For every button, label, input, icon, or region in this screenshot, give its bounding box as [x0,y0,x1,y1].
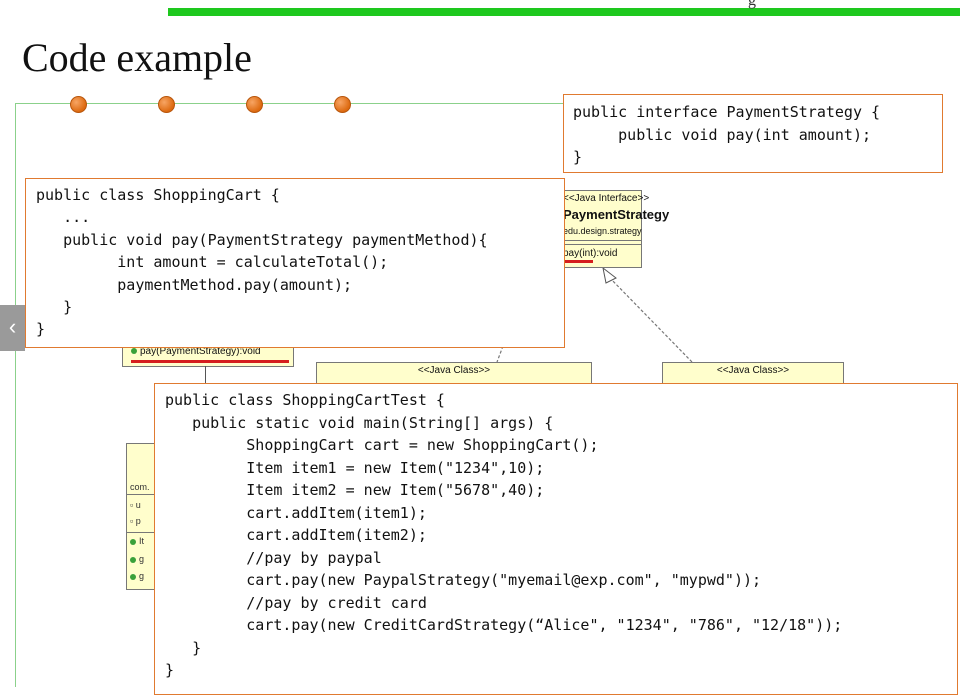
uml-interface-name: PaymentStrategy [563,207,670,222]
code-line: } [165,638,202,657]
code-line: public static void main(String[] args) { [165,413,554,432]
public-method-icon [131,348,137,355]
code-line: public void pay(PaymentStrategy paymentM… [36,230,488,249]
code-line: } [165,661,175,679]
code-line: } [36,320,46,339]
code-box-shoppingcart: public class ShoppingCart { ... public v… [25,178,565,348]
code-block: public interface PaymentStrategy { publi… [564,95,942,169]
code-line: public class ShoppingCartTest { [165,391,445,409]
uml-field: p [135,516,141,526]
realization-line [496,345,504,363]
code-line: public class ShoppingCart { [36,186,280,204]
highlight-underline [131,360,289,363]
uml-method: pay(int):void [563,248,618,259]
code-line: ... [36,208,91,227]
public-method-icon [130,573,136,580]
uml-method: g [139,554,145,564]
uml-field: u [135,500,141,510]
code-line: public void pay(int amount); [573,125,872,144]
realization-line [607,275,693,363]
uml-stereotype: <<Java Class>> [716,365,790,376]
uml-stereotype: <<Java Class>> [417,365,491,376]
uml-method: It [139,536,145,546]
uml-package: edu.design.strategy [563,226,642,236]
code-line: paymentMethod.pay(amount); [36,275,353,294]
code-line: cart.pay(new PaypalStrategy("myemail@exp… [165,571,762,589]
code-line: cart.addItem(item1); [165,503,427,522]
code-block: public class ShoppingCartTest { public s… [155,384,957,682]
code-line: //pay by paypal [165,548,382,567]
uml-stereotype: <<Java Interface>> [563,193,650,204]
code-line: } [573,148,583,166]
code-line: int amount = calculateTotal(); [36,253,389,272]
code-line: Item item2 = new Item("5678",40); [165,481,545,499]
code-line: //pay by credit card [165,593,427,612]
realization-arrowhead [602,266,617,284]
code-box-paymentstrategy: public interface PaymentStrategy { publi… [563,94,943,173]
code-line: public interface PaymentStrategy { [573,103,881,121]
code-line: ShoppingCart cart = new ShoppingCart(); [165,436,599,454]
code-block: public class ShoppingCart { ... public v… [26,179,564,341]
uml-method: g [139,571,145,581]
code-line: } [36,298,73,317]
code-line: Item item1 = new Item("1234",10); [165,458,545,477]
code-line: cart.pay(new CreditCardStrategy(“Alice",… [165,616,843,634]
association-line [205,366,206,384]
constructor-icon [130,538,136,545]
code-box-shoppingcarttest: public class ShoppingCartTest { public s… [154,383,958,695]
code-line: cart.addItem(item2); [165,526,427,544]
uml-package: com. [130,482,150,492]
public-method-icon [130,556,136,563]
